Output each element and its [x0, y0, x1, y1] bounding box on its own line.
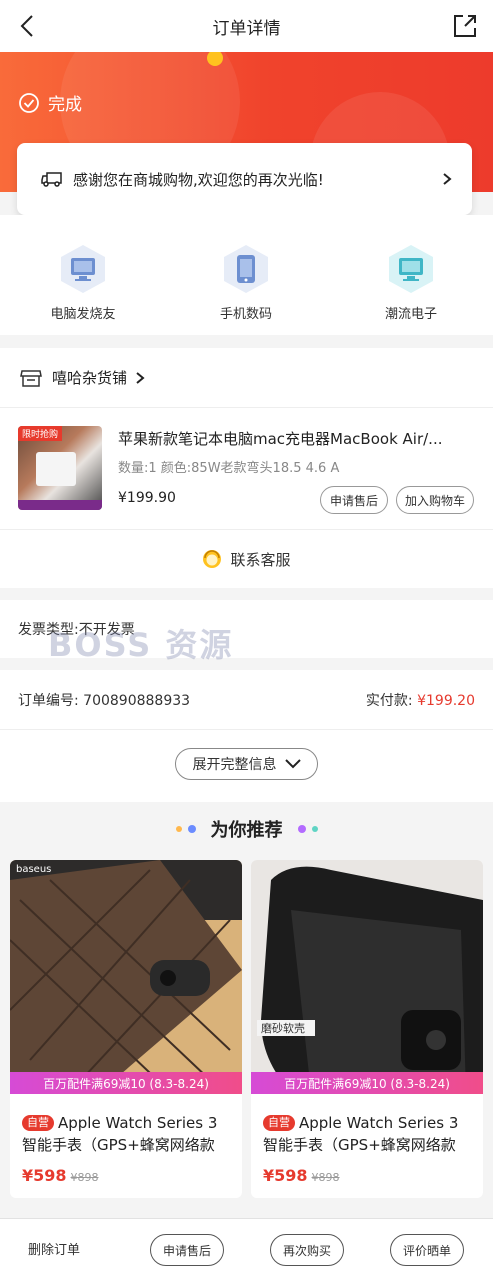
- page-title: 订单详情: [212, 18, 281, 39]
- store-icon: [20, 369, 42, 387]
- product-price: ¥199.90: [118, 490, 176, 506]
- shop-row[interactable]: 嘻哈杂货铺: [0, 348, 493, 408]
- flash-sale-badge: 限时抢购: [18, 426, 63, 441]
- recommend-header: 为你推荐: [0, 812, 493, 846]
- contact-service-label: 联系客服: [230, 550, 291, 569]
- svg-text:磨砂软壳: 磨砂软壳: [261, 1021, 305, 1035]
- paid-amount: 实付款: ¥199.20: [366, 690, 475, 710]
- category-label: 手机数码: [219, 307, 272, 322]
- rebuy-button[interactable]: 再次购买: [270, 1234, 344, 1266]
- monitor-icon: [57, 243, 109, 295]
- order-number-row: 订单编号: 700890888933 实付款: ¥199.20: [0, 670, 493, 730]
- svg-text:baseus: baseus: [16, 864, 51, 875]
- recommend-title: 为你推荐: [210, 820, 283, 841]
- product-spec: 数量:1 颜色:85W老款弯头18.5 4.6 A: [118, 461, 340, 476]
- promo-banner: 百万配件满69减10 (8.3-8.24): [10, 1072, 242, 1094]
- self-operated-badge: 自营: [263, 1115, 295, 1131]
- add-to-cart-button[interactable]: 加入购物车: [396, 486, 474, 514]
- promo-banner: 百万配件满69减10 (8.3-8.24): [251, 1072, 483, 1094]
- contact-service-button[interactable]: 联系客服: [0, 530, 493, 588]
- watermark: BOSS 资源: [48, 626, 234, 664]
- order-item: 限时抢购 苹果新款笔记本电脑mac充电器MacBook Air/... 数量:1…: [0, 408, 493, 530]
- product-name: 自营Apple Watch Series 3智能手表（GPS+蜂窝网络款 …: [263, 1112, 473, 1156]
- product-thumbnail[interactable]: 限时抢购: [18, 426, 102, 510]
- customer-service-icon: [203, 550, 222, 568]
- category-electronics[interactable]: 潮流电子: [361, 243, 461, 322]
- decor-dot: [175, 826, 182, 832]
- recommend-card[interactable]: baseus 百万配件满69减10 (8.3-8.24) 自营 Apple Wat…: [10, 860, 242, 1198]
- decor-dot: [297, 825, 306, 833]
- thumbnail-footer-bar: [18, 500, 102, 510]
- delete-order-button[interactable]: 删除订单: [28, 1239, 80, 1258]
- thanks-card[interactable]: 感谢您在商城购物,欢迎您的再次光临!: [17, 143, 472, 215]
- charger-image: [36, 452, 76, 486]
- recommend-card[interactable]: 磨砂软壳 百万配件满69减10 (8.3-8.24) 自营 Apple Watch…: [251, 860, 483, 1198]
- product-price: ¥598 ¥898: [22, 1166, 99, 1185]
- order-status-label: 完成: [48, 95, 82, 115]
- decor-dot: [187, 825, 196, 833]
- top-bar: 订单详情: [0, 0, 493, 52]
- category-phone[interactable]: 手机数码: [196, 243, 296, 322]
- expand-info-label: 展开完整信息: [192, 757, 277, 773]
- paid-label: 实付款:: [365, 692, 418, 709]
- order-number: 订单编号: 700890888933: [18, 692, 191, 709]
- after-sale-button[interactable]: 申请售后: [320, 486, 388, 514]
- truck-icon: [41, 172, 62, 187]
- expand-area: 展开完整信息: [0, 730, 493, 802]
- chevron-right-icon: [136, 371, 145, 384]
- decor-dot: [311, 826, 318, 832]
- self-operated-badge: 自营: [22, 1115, 54, 1131]
- product-title[interactable]: 苹果新款笔记本电脑mac充电器MacBook Air/...: [118, 428, 478, 449]
- category-label: 电脑发烧友: [50, 307, 116, 322]
- order-status: 完成: [18, 90, 82, 115]
- expand-info-button[interactable]: 展开完整信息: [175, 748, 318, 780]
- paid-value: ¥199.20: [417, 692, 475, 709]
- price-value: ¥598: [22, 1166, 67, 1185]
- check-circle-icon: [19, 92, 39, 113]
- chevron-right-icon: [443, 173, 452, 185]
- price-value: ¥598: [263, 1166, 308, 1185]
- shop-name: 嘻哈杂货铺: [52, 369, 128, 387]
- back-chevron-icon[interactable]: [14, 12, 42, 40]
- product-image: 磨砂软壳: [251, 860, 483, 1092]
- original-price: ¥898: [70, 1171, 99, 1184]
- bottom-action-bar: 删除订单 申请售后 再次购买 评价晒单: [0, 1218, 493, 1280]
- monitor-icon: [385, 243, 437, 295]
- category-shortcuts: 电脑发烧友 手机数码 潮流电子: [0, 215, 493, 335]
- share-icon[interactable]: [451, 12, 479, 40]
- review-button[interactable]: 评价晒单: [390, 1234, 464, 1266]
- product-price: ¥598 ¥898: [263, 1166, 340, 1185]
- category-pc[interactable]: 电脑发烧友: [33, 243, 133, 322]
- product-name: 自营Apple Watch Series 3智能手表（GPS+蜂窝网络款 …: [22, 1112, 232, 1156]
- original-price: ¥898: [311, 1171, 340, 1184]
- product-image: baseus: [10, 860, 242, 1092]
- after-sale-button[interactable]: 申请售后: [150, 1234, 224, 1266]
- chevron-down-icon: [284, 759, 301, 769]
- thanks-text: 感谢您在商城购物,欢迎您的再次光临!: [73, 170, 324, 189]
- phone-icon: [220, 243, 272, 295]
- category-label: 潮流电子: [384, 307, 437, 322]
